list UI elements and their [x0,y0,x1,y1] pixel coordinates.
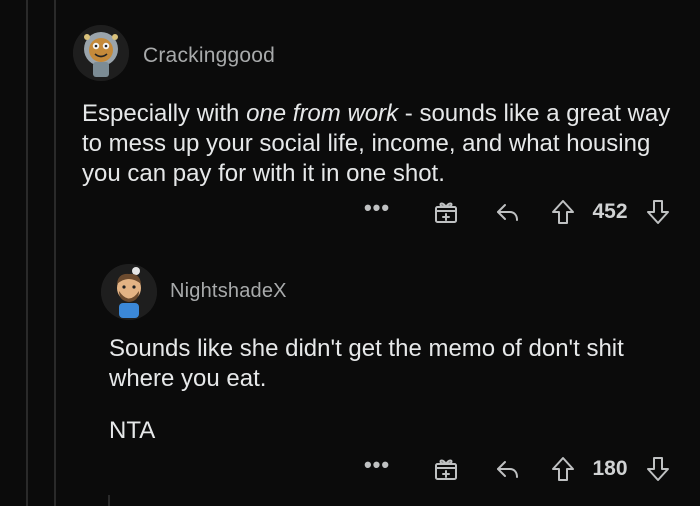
comment-text-emphasis: one from work [246,100,399,127]
avatar[interactable] [73,25,129,81]
comment-text-before: Especially with [82,100,247,127]
username[interactable]: NightshadeX [170,280,287,303]
upvote-arrow-icon[interactable] [548,454,578,484]
avatar-image [73,25,129,81]
more-options-icon[interactable]: ••• [364,450,390,480]
score: 452 [592,200,628,223]
avatar-image [101,264,157,320]
downvote-arrow-icon[interactable] [643,454,673,484]
upvote-arrow-icon[interactable] [548,197,578,227]
thread-line-inner[interactable] [54,0,56,506]
comment-actions: ••• 452 [0,195,700,227]
comment-paragraph: Especially with one from work - sounds l… [82,99,682,189]
comment-paragraph: NTA [109,417,156,444]
username[interactable]: Crackinggood [143,44,275,68]
thread-line-outer[interactable] [26,0,28,506]
thread-line-reply[interactable] [108,495,110,506]
downvote-arrow-icon[interactable] [643,197,673,227]
comment-body: Sounds like she didn't get the memo of d… [109,334,679,446]
reply-icon[interactable] [493,454,523,484]
award-icon[interactable] [431,197,461,227]
avatar[interactable] [101,264,157,320]
more-options-icon[interactable]: ••• [364,193,390,223]
award-icon[interactable] [431,454,461,484]
comment-actions: ••• 180 [0,452,700,484]
reply-icon[interactable] [493,197,523,227]
comment-body: Especially with one from work - sounds l… [82,99,682,189]
score: 180 [592,457,628,480]
comment-paragraph: Sounds like she didn't get the memo of d… [109,335,624,392]
